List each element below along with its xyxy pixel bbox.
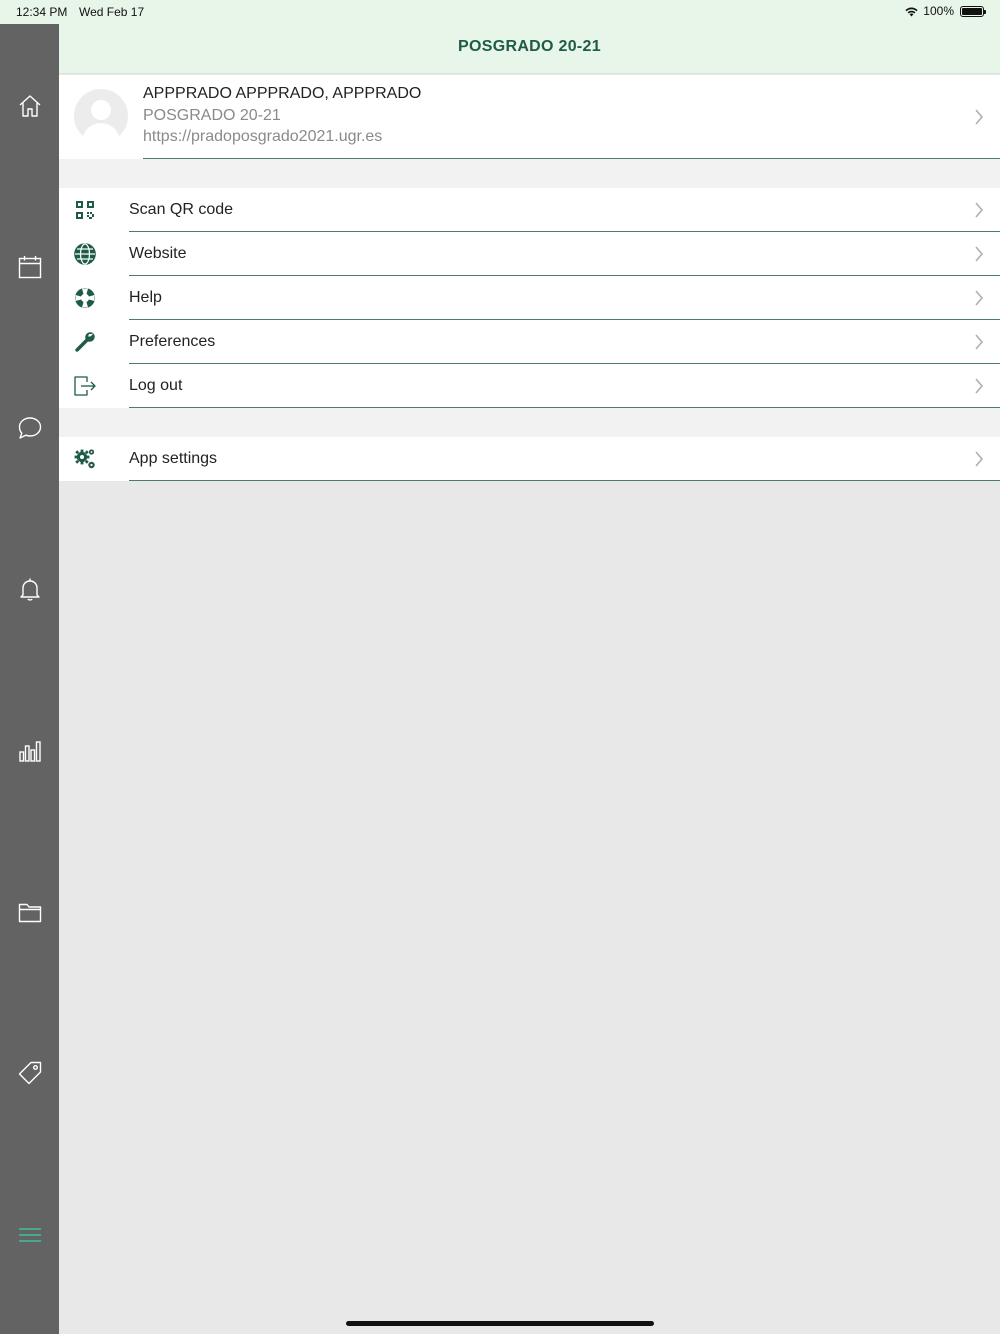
sidebar-item-grades[interactable] [0,721,59,781]
page-title: POSGRADO 20-21 [458,38,601,55]
battery-icon [960,5,986,17]
sidebar-item-tags[interactable] [0,1043,59,1103]
header: POSGRADO 20-21 [59,24,1000,74]
menu-item-app-settings[interactable]: App settings [59,437,1000,481]
bell-icon [19,578,40,601]
chevron-right-icon [975,290,984,306]
section-gap [59,408,1000,437]
calendar-icon [18,256,41,279]
menu-label-scan-qr: Scan QR code [129,201,234,218]
status-bar: 12:34 PM Wed Feb 17 100% [0,0,1000,24]
menu-item-logout[interactable]: Log out [59,364,1000,408]
chat-bubble-icon [18,417,41,439]
menu-label-preferences: Preferences [129,333,216,350]
status-indicators: 100% [904,4,986,18]
home-indicator[interactable] [346,1321,654,1326]
menu-item-scan-qr[interactable]: Scan QR code [59,188,1000,232]
menu-item-website[interactable]: Website [59,232,1000,276]
sidebar-item-more[interactable] [0,1205,59,1265]
chevron-right-icon [975,202,984,218]
menu-item-preferences[interactable]: Preferences [59,320,1000,364]
sidebar-item-files[interactable] [0,882,59,942]
battery-percent: 100% [923,4,954,18]
qr-code-icon [73,198,97,222]
section-gap [59,159,1000,188]
menu-label-app-settings: App settings [129,450,218,467]
chevron-right-icon [975,334,984,350]
sidebar-item-home[interactable] [0,76,59,136]
logout-icon [73,374,97,398]
wifi-icon [905,7,918,16]
sidebar-item-messages[interactable] [0,398,59,458]
menu-icon [18,1228,41,1242]
menu-label-logout: Log out [129,377,183,394]
home-icon [19,95,40,117]
chevron-right-icon [975,378,984,394]
chevron-right-icon [975,109,984,125]
profile-name: APPPRADO APPPRADO, APPPRADO [143,85,422,102]
life-ring-icon [73,286,97,310]
chevron-right-icon [975,246,984,262]
tag-icon [18,1061,41,1085]
menu-label-website: Website [129,245,187,262]
main-content: APPPRADO APPPRADO, APPPRADO POSGRADO 20-… [59,75,1000,481]
globe-icon [73,242,97,266]
sidebar [0,24,59,1334]
user-profile-row[interactable]: APPPRADO APPPRADO, APPPRADO POSGRADO 20-… [59,75,1000,159]
wrench-icon [73,330,97,354]
sidebar-item-calendar[interactable] [0,237,59,297]
status-date: Wed Feb 17 [79,5,145,19]
sidebar-item-notifications[interactable] [0,559,59,619]
menu-item-help[interactable]: Help [59,276,1000,320]
chevron-right-icon [975,451,984,467]
avatar [74,89,128,143]
folder-icon [18,903,41,923]
profile-site-name: POSGRADO 20-21 [143,107,281,124]
status-time: 12:34 PM [16,5,68,19]
profile-site-url: https://pradoposgrado2021.ugr.es [143,128,383,145]
menu-label-help: Help [129,289,162,306]
bar-chart-icon [18,741,41,762]
gears-icon [73,447,97,471]
